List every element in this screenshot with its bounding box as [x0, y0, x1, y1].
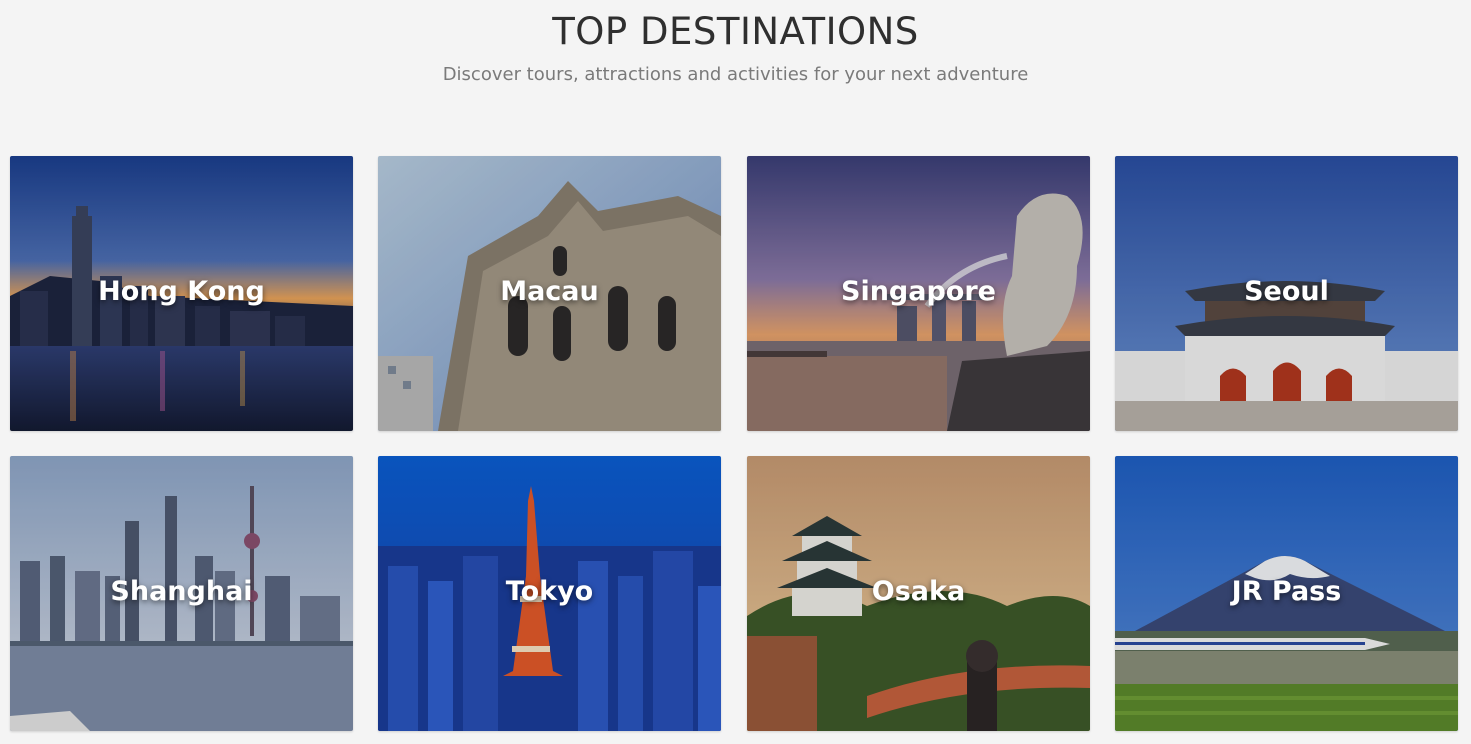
destination-card-singapore[interactable]: Singapore	[747, 156, 1090, 431]
destination-card-jr-pass[interactable]: JR Pass	[1115, 456, 1458, 731]
destination-name: JR Pass	[1231, 576, 1342, 607]
destination-card-osaka[interactable]: Osaka	[747, 456, 1090, 731]
destination-name: Tokyo	[505, 576, 594, 607]
destination-name: Seoul	[1244, 276, 1329, 307]
destination-card-seoul[interactable]: Seoul	[1115, 156, 1458, 431]
destination-name: Macau	[500, 276, 599, 307]
destination-card-tokyo[interactable]: Tokyo	[378, 456, 721, 731]
destination-name: Singapore	[841, 276, 996, 307]
destination-name: Shanghai	[110, 576, 253, 607]
destination-name: Osaka	[871, 576, 966, 607]
destinations-grid: Hong Kong Macau Singapore Seoul Shanghai…	[0, 0, 1471, 744]
destination-name: Hong Kong	[98, 276, 265, 307]
destination-card-macau[interactable]: Macau	[378, 156, 721, 431]
destination-card-shanghai[interactable]: Shanghai	[10, 456, 353, 731]
destination-card-hong-kong[interactable]: Hong Kong	[10, 156, 353, 431]
